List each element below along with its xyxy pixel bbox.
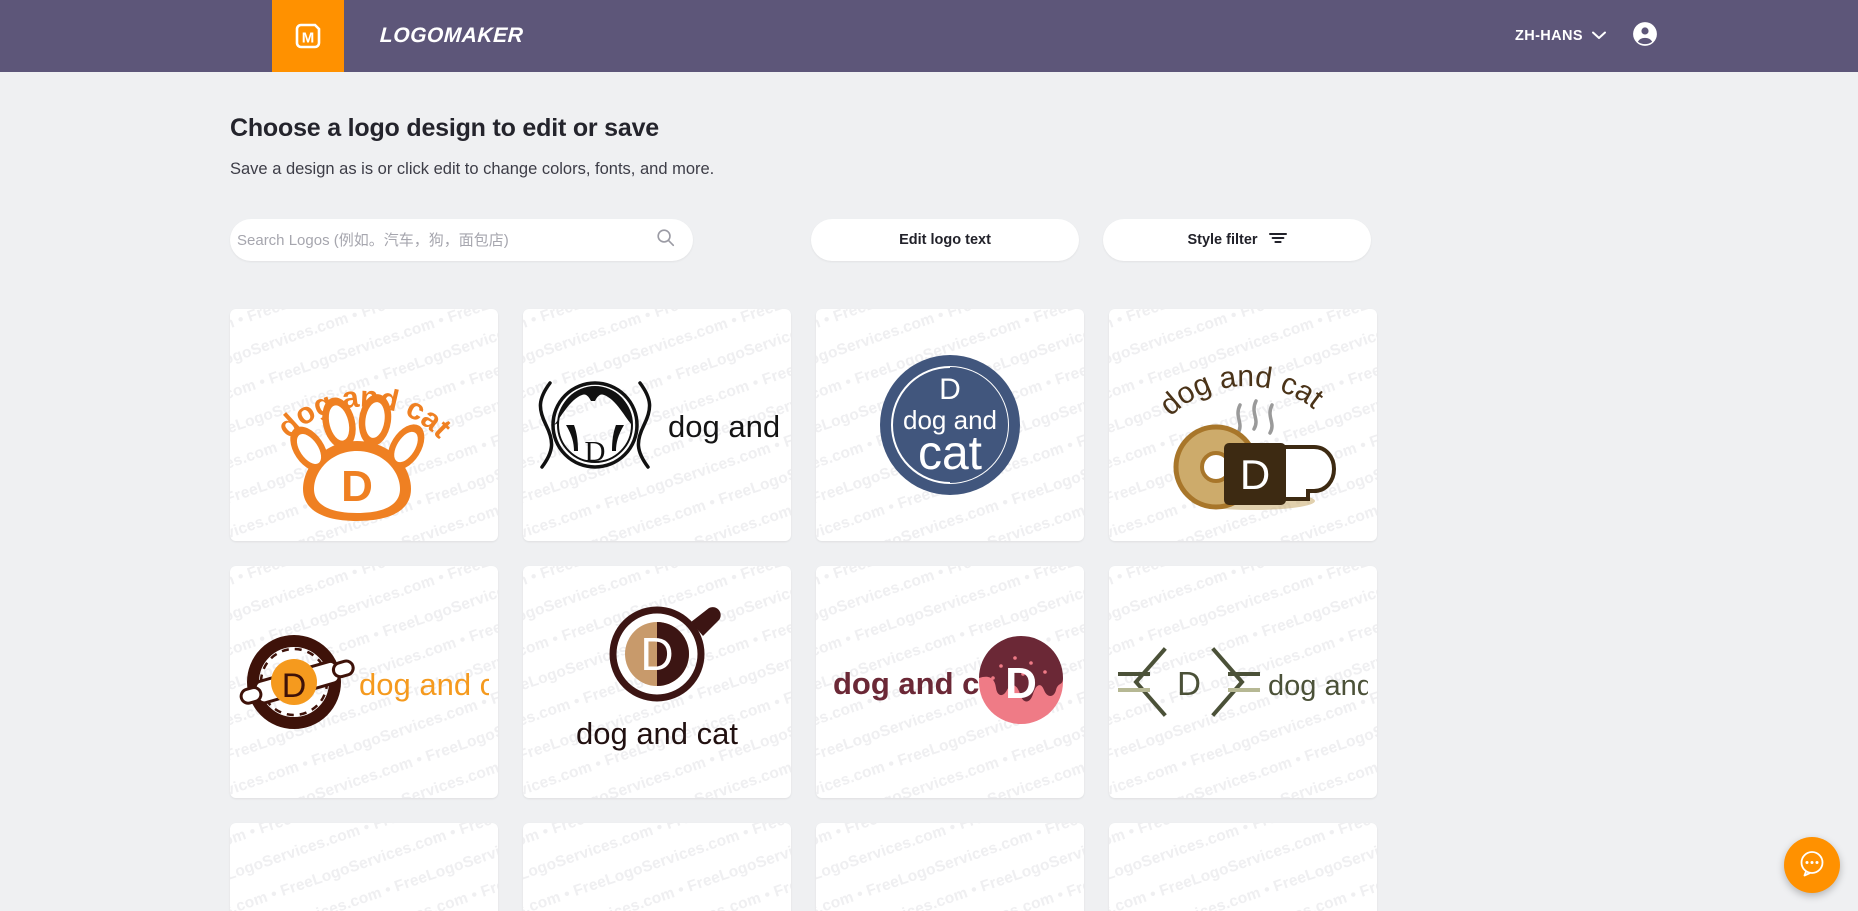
search-logos-field[interactable] <box>230 219 693 261</box>
svg-text:D: D <box>1005 659 1037 708</box>
logo-card-placeholder[interactable]: FreeLogoServices.com • FreeLogoServices.… <box>523 823 791 911</box>
svg-text:D: D <box>341 462 373 511</box>
brand-name[interactable]: LOGOMAKER <box>378 0 525 72</box>
svg-text:dog and cat: dog and cat <box>359 667 489 702</box>
logo-artwork: D dog and cat <box>230 566 498 798</box>
logo-artwork: dog and cat D <box>816 566 1084 798</box>
edit-logo-text-button[interactable]: Edit logo text <box>811 219 1079 261</box>
svg-text:dog and cat: dog and cat <box>1268 670 1368 702</box>
logo-artwork: D dog and cat <box>523 566 791 798</box>
brand-group[interactable]: M LOGOMAKER <box>272 0 525 72</box>
logo-card-placeholder[interactable]: FreeLogoServices.com • FreeLogoServices.… <box>1109 823 1377 911</box>
svg-text:D: D <box>1240 451 1270 498</box>
logo-card-placeholder[interactable]: FreeLogoServices.com • FreeLogoServices.… <box>816 823 1084 911</box>
logo-artwork: D dog and cat <box>1109 566 1377 798</box>
main-content: Choose a logo design to edit or save Sav… <box>0 72 1858 911</box>
account-circle-icon[interactable] <box>1632 21 1658 52</box>
edit-logo-text-label: Edit logo text <box>899 232 991 248</box>
svg-text:dog and cat: dog and cat <box>576 716 738 751</box>
logo-artwork: dog and cat D <box>1109 309 1377 541</box>
frosted-donut-logo[interactable]: FreeLogoServices.com • FreeLogoServices.… <box>816 566 1084 798</box>
navy-badge-logo[interactable]: FreeLogoServices.com • FreeLogoServices.… <box>816 309 1084 541</box>
horse-circle-emblem-logo[interactable]: FreeLogoServices.com • FreeLogoServices.… <box>523 309 791 541</box>
search-icon[interactable] <box>656 228 675 252</box>
page-subtitle: Save a design as is or click edit to cha… <box>230 160 715 178</box>
rolling-pin-logo[interactable]: FreeLogoServices.com • FreeLogoServices.… <box>230 566 498 798</box>
logo-artwork: dog and cat <box>230 309 498 541</box>
svg-text:D: D <box>939 373 961 406</box>
svg-text:dog and cat: dog and cat <box>668 409 782 444</box>
coffee-mug-donut-logo[interactable]: FreeLogoServices.com • FreeLogoServices.… <box>1109 309 1377 541</box>
toolbar: Edit logo text Style filter <box>230 219 1628 261</box>
watermark: FreeLogoServices.com • FreeLogoServices.… <box>816 823 1084 911</box>
logo-card-placeholder[interactable]: FreeLogoServices.com • FreeLogoServices.… <box>230 823 498 911</box>
search-input[interactable] <box>237 231 656 249</box>
watermark: FreeLogoServices.com • FreeLogoServices.… <box>523 823 791 911</box>
logomaker-m-icon[interactable]: M <box>272 0 344 72</box>
svg-text:cat: cat <box>918 427 982 480</box>
svg-text:D: D <box>640 628 673 680</box>
language-selector-label: ZH-HANS <box>1514 28 1583 44</box>
chat-bubble-dots-icon <box>1798 849 1826 882</box>
svg-text:dog and cat: dog and cat <box>1153 360 1330 422</box>
logo-grid: FreeLogoServices.com • FreeLogoServices.… <box>230 309 1628 798</box>
paw-print-logo[interactable]: FreeLogoServices.com • FreeLogoServices.… <box>230 309 498 541</box>
chat-support-button[interactable] <box>1784 837 1840 893</box>
app-header: M LOGOMAKER ZH-HANS <box>0 0 1858 72</box>
language-selector[interactable]: ZH-HANS <box>1515 28 1606 44</box>
watermark: FreeLogoServices.com • FreeLogoServices.… <box>230 823 498 911</box>
chevron-brackets-logo[interactable]: FreeLogoServices.com • FreeLogoServices.… <box>1109 566 1377 798</box>
page-title: Choose a logo design to edit or save <box>230 114 659 142</box>
svg-text:D: D <box>282 667 307 705</box>
style-filter-button[interactable]: Style filter <box>1103 219 1371 261</box>
svg-text:D: D <box>585 436 606 468</box>
logo-grid-row-3: FreeLogoServices.com • FreeLogoServices.… <box>230 823 1628 911</box>
chevron-down-icon <box>1592 28 1606 44</box>
svg-text:M: M <box>302 30 315 47</box>
filter-icon <box>1268 231 1287 249</box>
svg-text:D: D <box>1177 665 1201 702</box>
logo-artwork: D dog and cat <box>523 309 791 541</box>
header-actions: ZH-HANS <box>1515 0 1858 72</box>
watermark: FreeLogoServices.com • FreeLogoServices.… <box>1109 823 1377 911</box>
style-filter-label: Style filter <box>1187 232 1258 248</box>
coffee-cup-top-view-logo[interactable]: FreeLogoServices.com • FreeLogoServices.… <box>523 566 791 798</box>
logo-artwork: D dog and cat <box>816 309 1084 541</box>
